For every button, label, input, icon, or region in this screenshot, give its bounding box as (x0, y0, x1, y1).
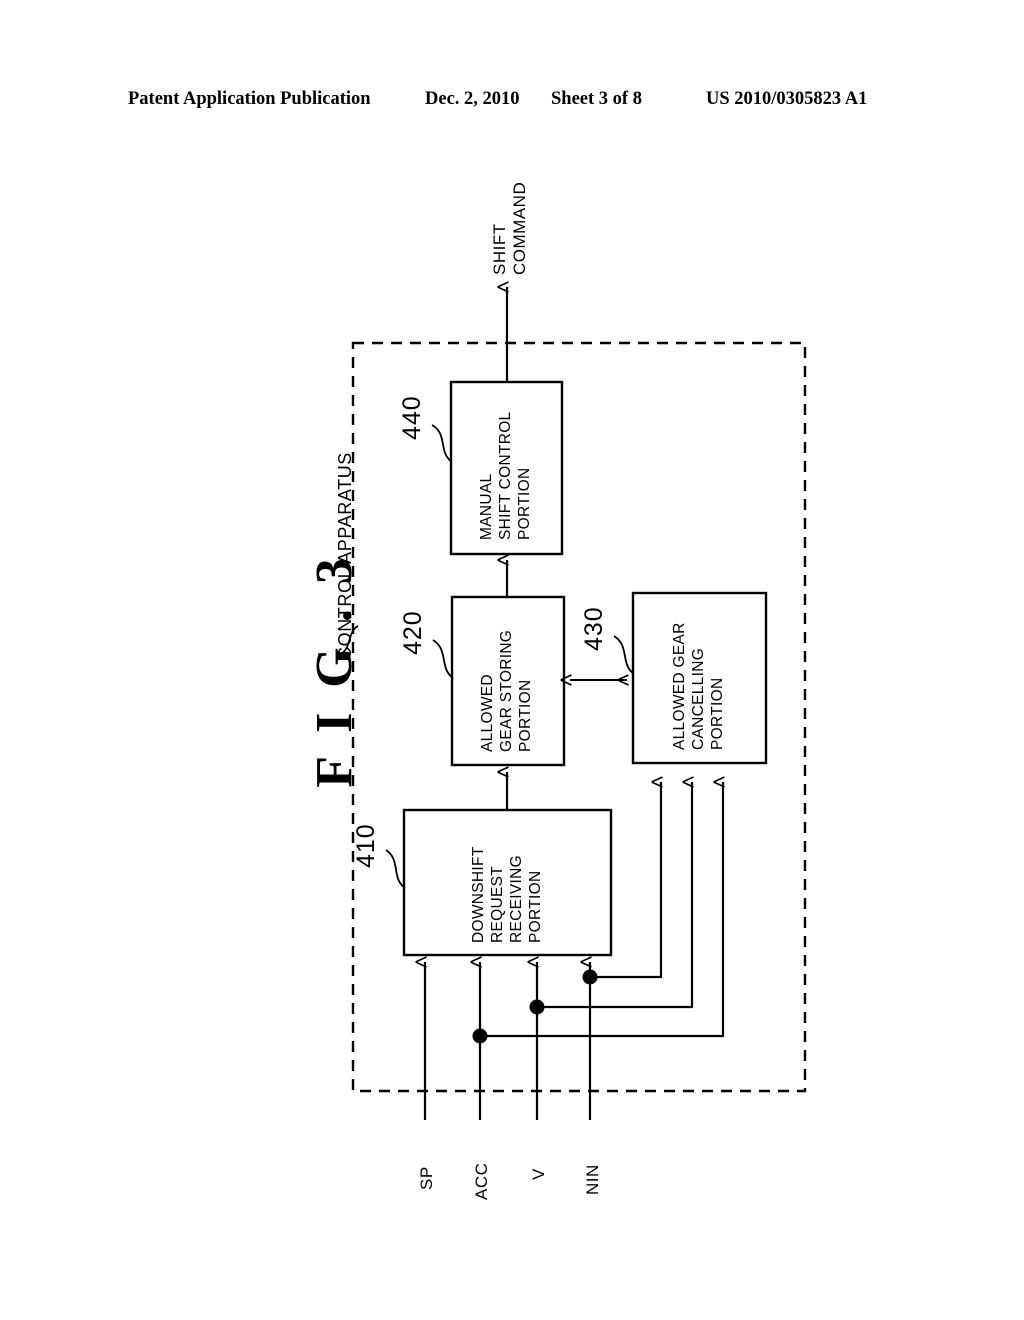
block-440-label-line2: SHIFT CONTROL (497, 411, 514, 540)
junction-dot-nin (582, 969, 598, 985)
block-410-label-line2: REQUEST (489, 865, 506, 943)
block-440-label-line3: PORTION (516, 467, 533, 540)
block-420-label-line2: GEAR STORING (498, 629, 515, 752)
block-420-label-line1: ALLOWED (479, 674, 496, 752)
ref-440-leader (431, 424, 453, 463)
figure-3-block-diagram: CONTROL APPARATUS SHIFT COMMAND MANUAL S… (0, 0, 1024, 1320)
input-label-sp: SP (417, 1166, 436, 1190)
ref-420-leader (432, 639, 454, 679)
block-410-label-line3: RECEIVING (508, 855, 525, 943)
ref-430-leader (613, 635, 635, 675)
block-430-label-line2: CANCELLING (690, 647, 707, 750)
block-420-ref-number: 420 (399, 610, 427, 655)
block-440-ref-number: 440 (398, 395, 426, 440)
ref-410-leader (385, 849, 406, 889)
block-430-label-line1: ALLOWED GEAR (671, 622, 688, 750)
junction-dot-v (529, 999, 545, 1015)
input-label-acc: ACC (472, 1162, 491, 1200)
block-430-ref-number: 430 (580, 606, 608, 651)
input-label-nin: NIN (583, 1164, 602, 1195)
block-430-label-line3: PORTION (709, 677, 726, 750)
block-420-label-line3: PORTION (517, 679, 534, 752)
shift-command-label-line2: COMMAND (510, 181, 529, 275)
control-apparatus-label: CONTROL APPARATUS (335, 452, 355, 660)
input-label-v: V (529, 1168, 548, 1180)
junction-dot-acc (472, 1028, 488, 1044)
shift-command-label-line1: SHIFT (490, 223, 509, 275)
block-440-label-line1: MANUAL (478, 473, 495, 540)
block-410-label-line4: PORTION (527, 870, 544, 943)
block-410-label-line1: DOWNSHIFT (470, 846, 487, 943)
block-410-ref-number: 410 (352, 823, 380, 868)
